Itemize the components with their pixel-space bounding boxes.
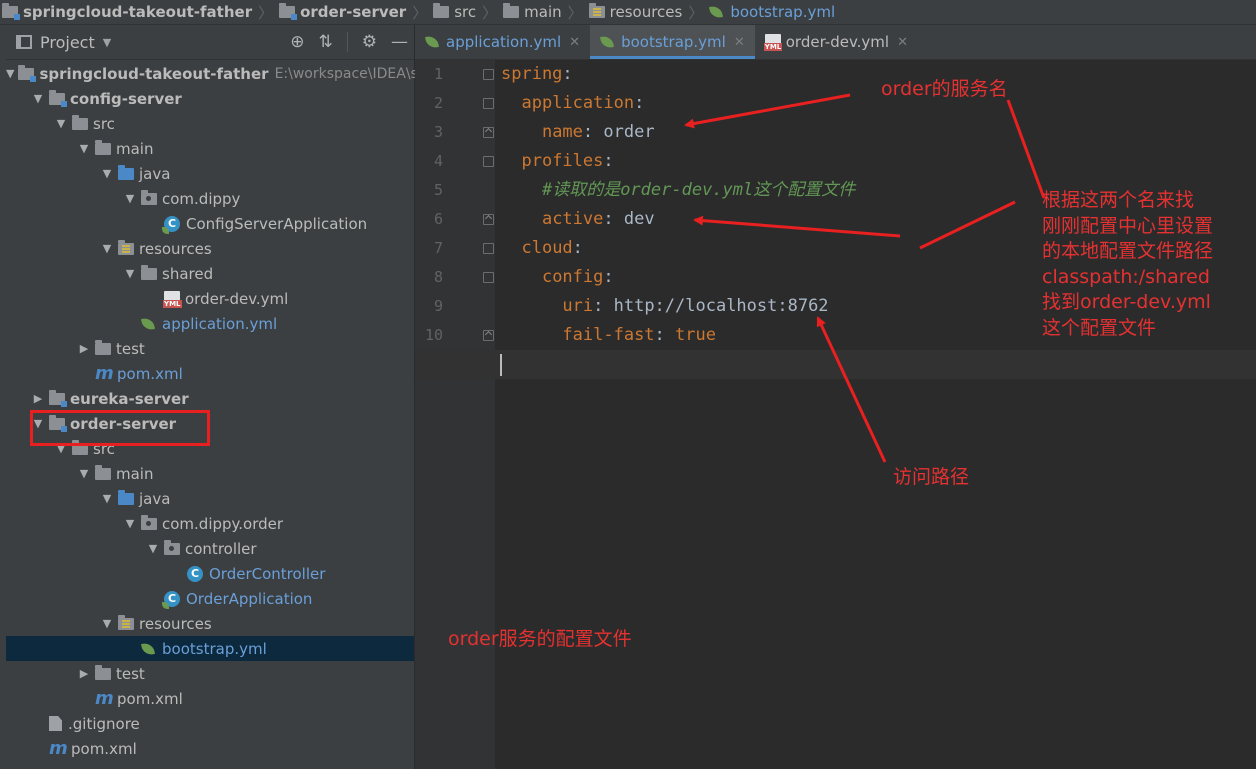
annotation-config-file: order服务的配置文件	[448, 628, 632, 650]
annotation-line: 刚刚配置中心里设置	[1042, 214, 1214, 237]
annotation-access-path: 访问路径	[893, 466, 970, 488]
arrow-note-to-active	[919, 200, 1016, 250]
annotation-service-name: order的服务名	[881, 78, 1008, 100]
annotation-line: 找到order-dev.yml	[1042, 291, 1211, 313]
arrow-to-uri	[816, 316, 887, 463]
annotation-line: 的本地配置文件路径	[1042, 240, 1214, 262]
annotation-lookup-note: 根据这两个名来找 刚刚配置中心里设置 的本地配置文件路径 classpath:/sha…	[1042, 188, 1213, 341]
arrow-to-active	[693, 215, 901, 238]
annotation-line: classpath:/shared	[1042, 265, 1210, 288]
arrow-service-to-note	[1006, 99, 1046, 199]
annotation-line: 根据这两个名来找	[1042, 189, 1195, 211]
annotation-line: 这个配置文件	[1042, 316, 1157, 339]
arrow-to-name	[684, 93, 851, 129]
annotation-arrows	[684, 93, 1046, 463]
